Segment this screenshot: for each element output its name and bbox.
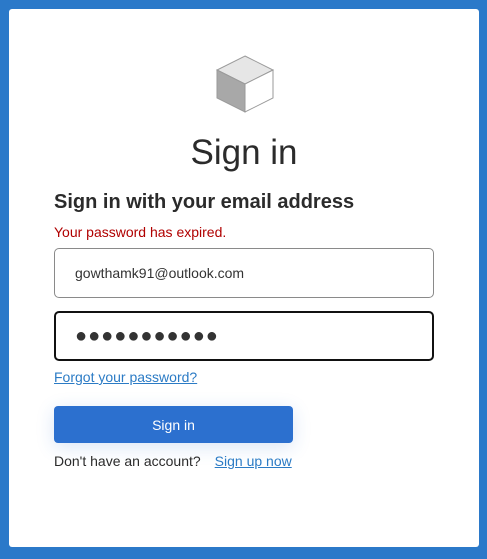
sign-in-card: Sign in Sign in with your email address … <box>9 9 479 547</box>
page-subtitle: Sign in with your email address <box>54 191 355 213</box>
error-message: Your password has expired. <box>54 224 227 240</box>
sign-in-button[interactable]: Sign in <box>54 406 293 443</box>
forgot-password-link[interactable]: Forgot your password? <box>54 368 197 386</box>
page-title: Sign in <box>190 133 298 172</box>
password-field[interactable] <box>54 311 434 361</box>
sign-up-row: Don't have an account? Sign up now <box>54 452 292 470</box>
email-field[interactable] <box>54 248 434 298</box>
sign-up-link[interactable]: Sign up now <box>215 453 292 469</box>
no-account-text: Don't have an account? <box>54 453 201 469</box>
cube-icon <box>215 55 275 113</box>
